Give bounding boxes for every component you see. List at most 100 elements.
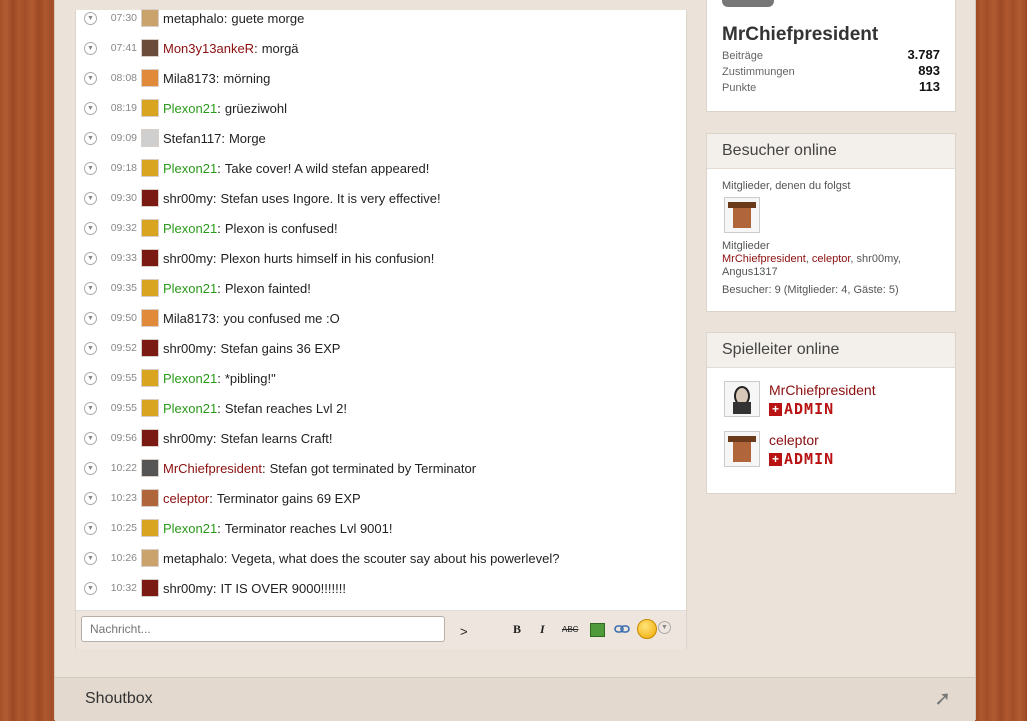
chevron-down-icon[interactable]: ▼ (84, 221, 97, 235)
message-user[interactable]: Plexon21 (163, 521, 217, 536)
user-avatar[interactable] (141, 339, 159, 357)
user-avatar[interactable] (141, 249, 159, 267)
message-separator: : (209, 490, 213, 506)
chevron-down-icon[interactable]: ▼ (84, 341, 97, 355)
message-user[interactable]: Plexon21 (163, 101, 217, 116)
expand-icon[interactable]: ➚ (934, 686, 951, 711)
user-avatar[interactable] (141, 279, 159, 297)
message-user[interactable]: celeptor (163, 491, 209, 506)
chevron-down-icon[interactable]: ▼ (84, 71, 97, 85)
user-avatar[interactable] (141, 549, 159, 567)
user-avatar[interactable] (141, 369, 159, 387)
user-avatar[interactable] (141, 129, 159, 147)
chevron-down-icon[interactable]: ▼ (84, 191, 97, 205)
user-avatar[interactable] (141, 69, 159, 87)
stat-row: Punkte 113 (722, 79, 940, 94)
chat-message: ▼ 09:18 Plexon21: Take cover! A wild stefan… (76, 153, 676, 183)
chevron-down-icon[interactable]: ▼ (84, 41, 97, 55)
user-avatar[interactable] (141, 189, 159, 207)
chevron-down-icon[interactable]: ▼ (84, 431, 97, 445)
message-text: morgä (261, 40, 299, 56)
member-link[interactable]: celeptor (812, 253, 851, 265)
chevron-down-icon[interactable]: ▼ (84, 161, 97, 175)
message-user[interactable]: Plexon21 (163, 401, 217, 416)
user-avatar[interactable] (141, 579, 159, 597)
message-user[interactable]: shr00my (163, 191, 213, 206)
moderator-name[interactable]: celeptor (769, 432, 819, 448)
message-time: 10:23 (110, 492, 137, 504)
message-user[interactable]: Plexon21 (163, 281, 217, 296)
chevron-down-icon[interactable]: ▼ (84, 491, 97, 505)
moderator-name[interactable]: MrChiefpresident (769, 382, 876, 398)
user-avatar[interactable] (141, 39, 159, 57)
message-input[interactable] (81, 616, 445, 642)
user-avatar[interactable] (141, 429, 159, 447)
member-link[interactable]: MrChiefpresident (722, 253, 806, 265)
chevron-down-icon[interactable]: ▼ (84, 401, 97, 415)
message-separator: : (212, 340, 217, 356)
message-user[interactable]: Plexon21 (163, 371, 217, 386)
user-avatar[interactable] (141, 159, 159, 177)
message-text: Stefan learns Craft! (220, 430, 333, 446)
moderator-avatar[interactable] (724, 431, 760, 467)
chevron-down-icon[interactable]: ▼ (84, 11, 97, 25)
message-text: IT IS OVER 9000!!!!!!! (220, 580, 346, 596)
message-time: 09:35 (110, 282, 137, 294)
chevron-down-icon[interactable]: ▼ (84, 311, 97, 325)
chevron-down-icon[interactable]: ▼ (84, 521, 97, 535)
user-avatar[interactable] (141, 519, 159, 537)
moderator-avatar[interactable] (724, 381, 760, 417)
send-button[interactable]: > (460, 624, 468, 639)
user-avatar[interactable] (141, 489, 159, 507)
message-user[interactable]: MrChiefpresident (163, 461, 262, 476)
member-link[interactable]: shr00my (857, 253, 898, 265)
chevron-down-icon[interactable]: ▼ (84, 281, 97, 295)
message-user[interactable]: metaphalo (163, 551, 224, 566)
message-user[interactable]: Plexon21 (163, 221, 217, 236)
followed-avatar[interactable] (724, 197, 760, 233)
message-text: you confused me :O (223, 310, 340, 326)
member-link[interactable]: Angus1317 (722, 266, 778, 278)
user-avatar[interactable] (141, 219, 159, 237)
user-avatar[interactable] (141, 459, 159, 477)
chevron-down-icon[interactable]: ▼ (84, 131, 97, 145)
bold-button[interactable]: B (513, 622, 521, 637)
message-user[interactable]: Stefan117 (163, 131, 221, 146)
stat-value: 113 (919, 79, 940, 94)
user-avatar[interactable] (141, 399, 159, 417)
user-avatar[interactable] (141, 309, 159, 327)
message-user[interactable]: Mila8173 (163, 71, 216, 86)
message-user[interactable]: metaphalo (163, 11, 224, 26)
message-time: 10:32 (110, 582, 137, 594)
chevron-down-icon[interactable]: ▼ (84, 251, 97, 265)
message-user[interactable]: Plexon21 (163, 161, 217, 176)
user-avatar[interactable] (141, 9, 159, 27)
message-user[interactable]: shr00my (163, 581, 213, 596)
message-text: Vegeta, what does the scouter say about … (231, 550, 560, 566)
chevron-down-icon[interactable]: ▼ (84, 551, 97, 565)
profile-avatar[interactable] (722, 0, 774, 7)
chevron-down-icon[interactable]: ▼ (84, 371, 97, 385)
chevron-down-icon[interactable]: ▼ (84, 101, 97, 115)
message-text: Stefan uses Ingore. It is very effective… (220, 190, 441, 206)
message-text: Terminator reaches Lvl 9001! (224, 520, 393, 536)
message-user[interactable]: Mila8173 (163, 311, 216, 326)
italic-button[interactable]: I (540, 622, 545, 637)
strikethrough-button[interactable]: ABC (562, 625, 578, 634)
chevron-down-icon[interactable]: ▼ (658, 621, 671, 634)
link-icon[interactable] (614, 624, 630, 634)
user-avatar[interactable] (141, 99, 159, 117)
chat-message: ▼ 10:23 celeptor: Terminator gains 69 EXP (76, 483, 676, 513)
message-user[interactable]: shr00my (163, 341, 213, 356)
message-time: 09:50 (110, 312, 137, 324)
smiley-icon[interactable] (637, 619, 657, 639)
message-user[interactable]: shr00my (163, 431, 213, 446)
profile-name[interactable]: MrChiefpresident (722, 24, 878, 46)
message-user[interactable]: Mon3y13ankeR (163, 41, 254, 56)
message-separator: : (217, 100, 221, 116)
chevron-down-icon[interactable]: ▼ (84, 461, 97, 475)
image-icon[interactable] (590, 623, 605, 637)
message-user[interactable]: shr00my (163, 251, 213, 266)
chat-message: ▼ 09:33 shr00my: Plexon hurts himself in hi… (76, 243, 676, 273)
chevron-down-icon[interactable]: ▼ (84, 581, 97, 595)
